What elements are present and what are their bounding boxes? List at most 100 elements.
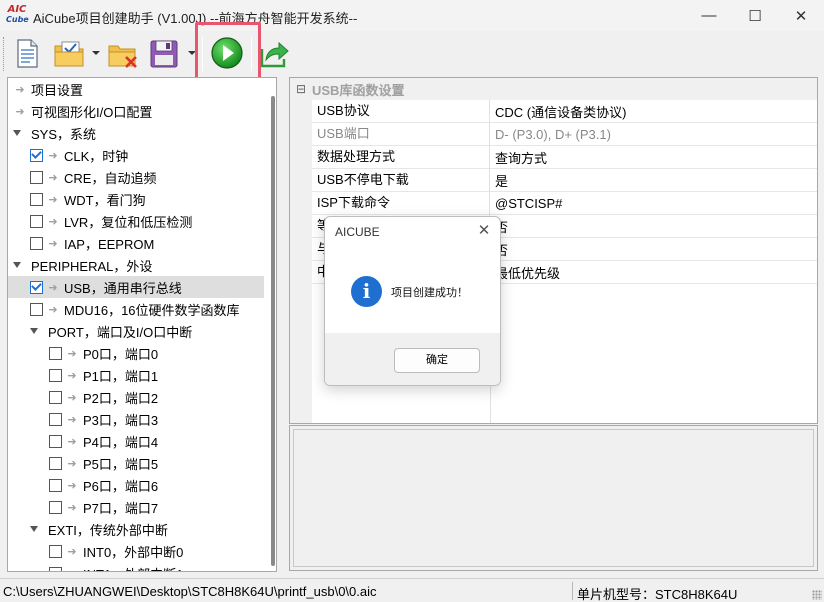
tree-checkbox[interactable] xyxy=(49,478,62,492)
tree-checkbox[interactable] xyxy=(30,170,43,184)
tree-item-label: 可视图形化I/O口配置 xyxy=(31,104,153,120)
tree-item[interactable]: ➜ LVR，复位和低压检测 xyxy=(8,210,264,232)
tree-item[interactable]: ➜ IAP，EEPROM xyxy=(8,232,264,254)
tree-checkbox[interactable] xyxy=(30,302,43,316)
scrollbar-thumb[interactable] xyxy=(271,96,275,566)
tree-item[interactable]: ➜ P6口，端口6 xyxy=(8,474,264,496)
app-logo-icon: AIC Cube xyxy=(6,4,29,27)
tree-item-label: 项目设置 xyxy=(31,82,84,98)
tree-item[interactable]: ➜ CLK，时钟 xyxy=(8,144,264,166)
expand-triangle-icon[interactable] xyxy=(13,262,21,268)
maximize-icon: ☐ xyxy=(748,7,762,25)
save-button[interactable] xyxy=(146,35,180,71)
tree-item-label: P3口，端口3 xyxy=(83,412,159,428)
arrow-right-icon: ➜ xyxy=(67,501,77,514)
tree-item[interactable]: SYS，系统 xyxy=(8,122,264,144)
description-box xyxy=(293,429,814,567)
property-value[interactable]: 查询方式 xyxy=(490,148,547,167)
tree-item-label: INT1，外部中断1 xyxy=(83,564,183,572)
arrow-right-icon: ➜ xyxy=(48,193,58,206)
info-icon: i xyxy=(351,276,382,307)
tree-checkbox[interactable] xyxy=(49,500,62,514)
tree-checkbox[interactable] xyxy=(30,280,43,294)
tree-item[interactable]: ➜ P3口，端口3 xyxy=(8,408,264,430)
tree-scrollbar[interactable] xyxy=(270,78,276,571)
tree-checkbox[interactable] xyxy=(30,148,43,162)
tree-item[interactable]: ➜ INT1，外部中断1 xyxy=(8,562,264,572)
expand-triangle-icon[interactable] xyxy=(30,328,38,334)
delete-project-button[interactable] xyxy=(106,35,140,71)
tree-checkbox[interactable] xyxy=(30,214,43,228)
tree-item[interactable]: ➜ MDU16，16位硬件数学函数库 xyxy=(8,298,264,320)
arrow-right-icon: ➜ xyxy=(65,567,79,572)
tree-checkbox[interactable] xyxy=(49,368,62,382)
minimize-icon: — xyxy=(701,7,717,24)
tree-checkbox[interactable] xyxy=(49,346,62,360)
ok-button[interactable]: 确定 xyxy=(394,348,480,373)
expand-triangle-icon[interactable] xyxy=(13,130,21,136)
tree-checkbox[interactable] xyxy=(30,192,43,206)
tree-item[interactable]: PERIPHERAL，外设 xyxy=(8,254,264,276)
title-bar: AIC Cube AiCube项目创建助手 (V1.00J) --前海方舟智能开… xyxy=(0,0,824,31)
tree-item[interactable]: ➜ INT0，外部中断0 xyxy=(8,540,264,562)
tree-item[interactable]: ➜ P7口，端口7 xyxy=(8,496,264,518)
tree-item-label: SYS，系统 xyxy=(31,126,97,142)
tree-checkbox[interactable] xyxy=(49,434,62,448)
open-dropdown-arrow-icon[interactable] xyxy=(92,51,100,55)
tree-item[interactable]: ➜ CRE，自动追频 xyxy=(8,166,264,188)
property-value[interactable]: D- (P3.0), D+ (P3.1) xyxy=(490,127,611,142)
logo-top-text: AIC xyxy=(7,4,27,15)
delete-folder-icon xyxy=(108,45,137,68)
property-row[interactable]: 数据处理方式 查询方式 xyxy=(312,145,817,169)
property-value[interactable]: @STCISP# xyxy=(490,196,562,211)
tree-checkbox[interactable] xyxy=(49,412,62,426)
tree-item-label: P1口，端口1 xyxy=(83,368,159,384)
tree-checkbox[interactable] xyxy=(30,236,43,250)
dialog-title: AICUBE xyxy=(335,225,380,239)
arrow-right-icon: ➜ xyxy=(67,391,77,404)
highlight-annotation xyxy=(195,22,261,82)
arrow-right-icon: ➜ xyxy=(67,479,77,492)
property-row[interactable]: USB协议 CDC (通信设备类协议) xyxy=(312,99,817,123)
minimize-button[interactable]: — xyxy=(686,0,732,31)
close-button[interactable]: ✕ xyxy=(778,0,824,31)
logo-bottom-text: Cube xyxy=(6,15,29,24)
tree-item[interactable]: EXTI，传统外部中断 xyxy=(8,518,264,540)
tree-item-label: P2口，端口2 xyxy=(83,390,159,406)
resize-grip-icon[interactable] xyxy=(812,590,822,600)
property-row[interactable]: ISP下载命令 @STCISP# xyxy=(312,191,817,215)
tree-item-label: USB，通用串行总线 xyxy=(64,280,182,296)
tree-checkbox[interactable] xyxy=(49,456,62,470)
tree-checkbox[interactable] xyxy=(49,390,62,404)
export-button[interactable] xyxy=(257,35,291,71)
property-row[interactable]: USB不停电下载是 xyxy=(312,168,817,192)
tree-checkbox[interactable] xyxy=(49,566,62,571)
tree-item[interactable]: ➜ 可视图形化I/O口配置 xyxy=(8,100,264,122)
toolbar-grip[interactable] xyxy=(3,37,6,71)
property-key: ISP下载命令 xyxy=(312,191,490,215)
expand-triangle-icon[interactable] xyxy=(30,526,38,532)
tree-item[interactable]: ➜ 项目设置 xyxy=(8,78,264,100)
property-row[interactable]: USB端口 D- (P3.0), D+ (P3.1) xyxy=(312,122,817,146)
new-project-button[interactable] xyxy=(10,35,44,71)
tree-item[interactable]: ➜ P5口，端口5 xyxy=(8,452,264,474)
export-arrow-icon xyxy=(260,41,289,68)
property-value[interactable]: CDC (通信设备类协议) xyxy=(490,102,626,121)
status-bar: C:\Users\ZHUANGWEI\Desktop\STC8H8K64U\pr… xyxy=(0,578,824,602)
tree-item[interactable]: ➜ P4口，端口4 xyxy=(8,430,264,452)
open-project-button[interactable] xyxy=(52,35,86,71)
arrow-right-icon: ➜ xyxy=(67,369,77,382)
tree-item[interactable]: ➜ P1口，端口1 xyxy=(8,364,264,386)
tree-item[interactable]: PORT，端口及I/O口中断 xyxy=(8,320,264,342)
tree-item[interactable]: ➜ USB，通用串行总线 xyxy=(8,276,264,298)
maximize-button[interactable]: ☐ xyxy=(732,0,778,31)
tree-item-label: P5口，端口5 xyxy=(83,456,159,472)
collapse-icon[interactable]: ⊟ xyxy=(290,82,312,96)
tree-checkbox[interactable] xyxy=(49,544,62,558)
property-section-header[interactable]: ⊟ USB库函数设置 xyxy=(290,78,817,100)
tree-item[interactable]: ➜ P0口，端口0 xyxy=(8,342,264,364)
tree-item[interactable]: ➜ P2口，端口2 xyxy=(8,386,264,408)
dialog-close-button[interactable]: ✕ xyxy=(473,221,495,241)
property-value[interactable]: 是 xyxy=(490,171,508,190)
tree-item[interactable]: ➜ WDT，看门狗 xyxy=(8,188,264,210)
